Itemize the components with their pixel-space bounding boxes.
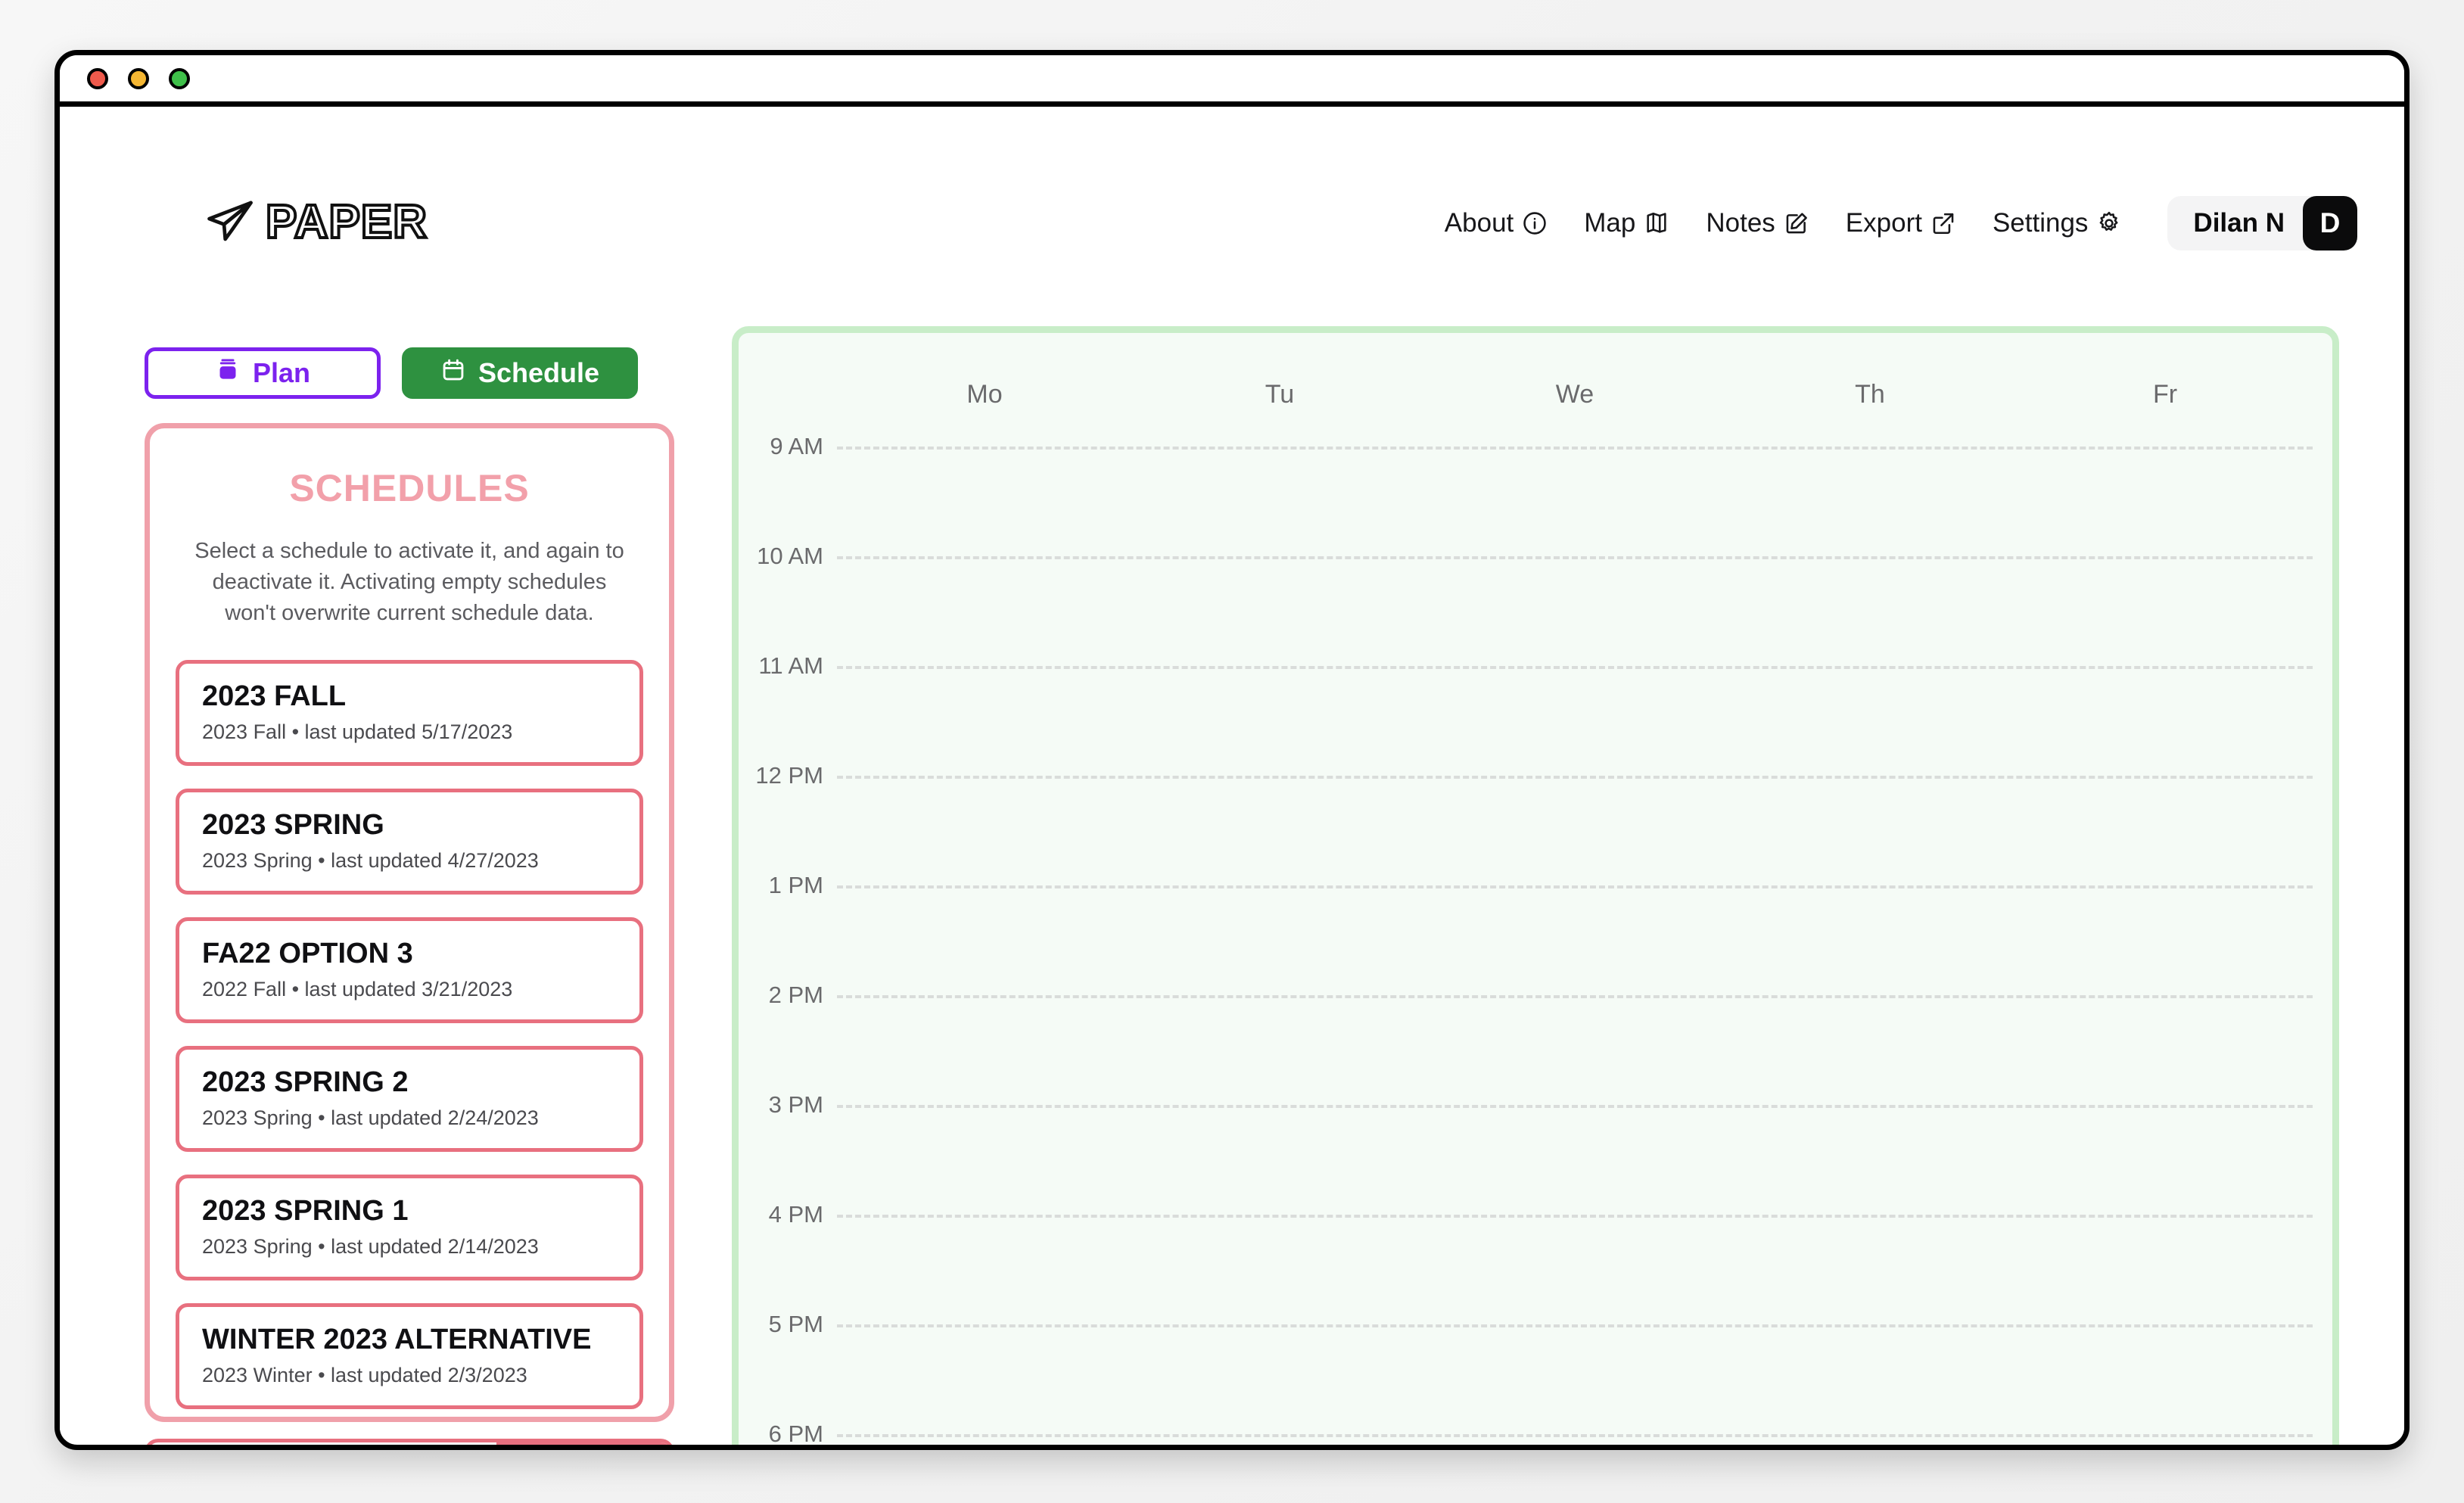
nav-map-label: Map — [1584, 208, 1636, 238]
schedule-meta: 2023 Spring • last updated 2/24/2023 — [202, 1106, 539, 1129]
schedule-meta: 2023 Spring • last updated 4/27/2023 — [202, 848, 539, 872]
mode-toggle-bar: Plan Schedule — [145, 347, 674, 399]
calendar-gridline — [837, 1324, 2313, 1327]
maximize-window-button[interactable] — [169, 67, 190, 89]
close-window-button[interactable] — [87, 67, 108, 89]
schedule-meta: 2023 Spring • last updated 2/14/2023 — [202, 1234, 539, 1258]
schedule-list-item[interactable]: WINTER 2023 ALTERNATIVE 2023 Winter • la… — [176, 1302, 643, 1409]
schedule-name: 2023 SPRING 1 — [202, 1194, 409, 1227]
minimize-window-button[interactable] — [128, 67, 149, 89]
calendar-gridline — [837, 1105, 2313, 1108]
calendar-day-th: Th — [1855, 380, 1885, 409]
calendar-day-we: We — [1555, 380, 1594, 409]
schedules-title: SCHEDULES — [289, 467, 530, 509]
map-icon — [1644, 210, 1669, 236]
schedule-button-label: Schedule — [478, 357, 600, 388]
nav-settings[interactable]: Settings — [1993, 208, 2122, 238]
calendar-time-label: 12 PM — [755, 762, 823, 789]
schedule-list-item[interactable]: 2023 SPRING 2 2023 Spring • last updated… — [176, 1045, 643, 1152]
avatar: D — [2303, 196, 2357, 250]
info-circle-icon — [1522, 210, 1548, 236]
calendar-time-label: 3 PM — [768, 1091, 823, 1118]
nav-settings-label: Settings — [1992, 208, 2089, 238]
schedule-list-item[interactable]: 2023 SPRING 2023 Spring • last updated 4… — [176, 788, 643, 895]
schedule-meta: 2023 Fall • last updated 5/17/2023 — [202, 720, 513, 743]
calendar-gridline — [837, 1215, 2313, 1218]
calendar-gridline — [837, 556, 2313, 559]
browser-window: PAPER About Map Notes Export Settings Di… — [54, 50, 2410, 1450]
tab-schedules[interactable]: Schedules — [496, 1442, 670, 1445]
app-logo[interactable]: PAPER — [205, 198, 428, 247]
schedule-meta: 2022 Fall • last updated 3/21/2023 — [202, 977, 513, 1000]
layers-icon — [215, 357, 241, 390]
calendar-time-label: 6 PM — [768, 1421, 823, 1447]
nav-notes-label: Notes — [1706, 208, 1775, 238]
calendar-gridline — [837, 1434, 2313, 1437]
nav-about[interactable]: About — [1445, 208, 1548, 238]
calendar-time-grid: 9 AM 10 AM 11 AM 12 PM 1 PM 2 PM 3 PM 4 … — [739, 430, 2332, 1447]
schedule-meta: 2023 Winter • last updated 2/3/2023 — [202, 1363, 527, 1386]
calendar-time-label: 11 AM — [758, 652, 823, 679]
plan-button[interactable]: Plan — [145, 347, 381, 399]
calendar-icon — [440, 357, 466, 390]
schedule-list-item[interactable]: 2023 FALL 2023 Fall • last updated 5/17/… — [176, 659, 643, 766]
nav-export[interactable]: Export — [1846, 208, 1956, 238]
schedule-list-item[interactable]: FA22 OPTION 3 2022 Fall • last updated 3… — [176, 916, 643, 1023]
calendar-time-label: 4 PM — [768, 1201, 823, 1228]
calendar-gridline — [837, 447, 2313, 450]
calendar-day-tu: Tu — [1265, 380, 1295, 409]
schedules-list: 2023 FALL 2023 Fall • last updated 5/17/… — [176, 659, 643, 1417]
user-name: Dilan N — [2193, 208, 2285, 238]
nav-map[interactable]: Map — [1584, 208, 1669, 238]
app-content: PAPER About Map Notes Export Settings Di… — [60, 107, 2404, 1445]
nav-about-label: About — [1444, 208, 1514, 238]
schedule-button[interactable]: Schedule — [402, 347, 638, 399]
nav-notes[interactable]: Notes — [1706, 208, 1809, 238]
schedule-name: 2023 SPRING 2 — [202, 1066, 409, 1098]
gear-icon — [2096, 210, 2122, 236]
window-titlebar — [60, 55, 2404, 107]
calendar-gridline — [837, 885, 2313, 888]
calendar-day-mo: Mo — [966, 380, 1003, 409]
calendar-gridline — [837, 995, 2313, 998]
calendar-day-header: Mo Tu We Th Fr — [837, 380, 2313, 409]
pencil-square-icon — [1784, 210, 1809, 236]
user-menu[interactable]: Dilan N D — [2167, 196, 2357, 250]
paper-plane-icon — [205, 198, 255, 247]
top-navigation: About Map Notes Export Settings Dilan N … — [1445, 196, 2357, 250]
schedules-panel: SCHEDULES Select a schedule to activate … — [145, 423, 674, 1422]
left-panel-tabbar: Search Bookmarks — [145, 1439, 674, 1445]
left-panel: Plan Schedule SCHEDULES Select a schedul… — [145, 347, 674, 1422]
schedule-name: 2023 SPRING — [202, 808, 384, 841]
plan-button-label: Plan — [252, 357, 311, 388]
schedule-name: FA22 OPTION 3 — [202, 937, 413, 969]
calendar-time-label: 1 PM — [768, 872, 823, 898]
schedule-name: WINTER 2023 ALTERNATIVE — [202, 1323, 592, 1355]
tab-bookmarks[interactable]: Bookmarks — [322, 1442, 496, 1445]
weekly-calendar[interactable]: Mo Tu We Th Fr 9 AM 10 AM 11 AM 12 PM 1 … — [732, 326, 2339, 1447]
calendar-gridline — [837, 666, 2313, 669]
tab-search[interactable]: Search — [148, 1442, 322, 1445]
external-link-icon — [1930, 210, 1956, 236]
calendar-day-fr: Fr — [2152, 380, 2178, 409]
calendar-time-label: 2 PM — [768, 982, 823, 1008]
calendar-time-label: 9 AM — [770, 433, 823, 459]
schedules-description: Select a schedule to activate it, and ag… — [194, 539, 624, 626]
nav-export-label: Export — [1845, 208, 1922, 238]
calendar-time-label: 5 PM — [768, 1311, 823, 1337]
calendar-time-label: 10 AM — [757, 543, 823, 569]
schedule-name: 2023 FALL — [202, 680, 347, 712]
calendar-gridline — [837, 776, 2313, 779]
app-name: PAPER — [264, 196, 428, 248]
schedule-list-item[interactable]: 2023 SPRING 1 2023 Spring • last updated… — [176, 1174, 643, 1281]
